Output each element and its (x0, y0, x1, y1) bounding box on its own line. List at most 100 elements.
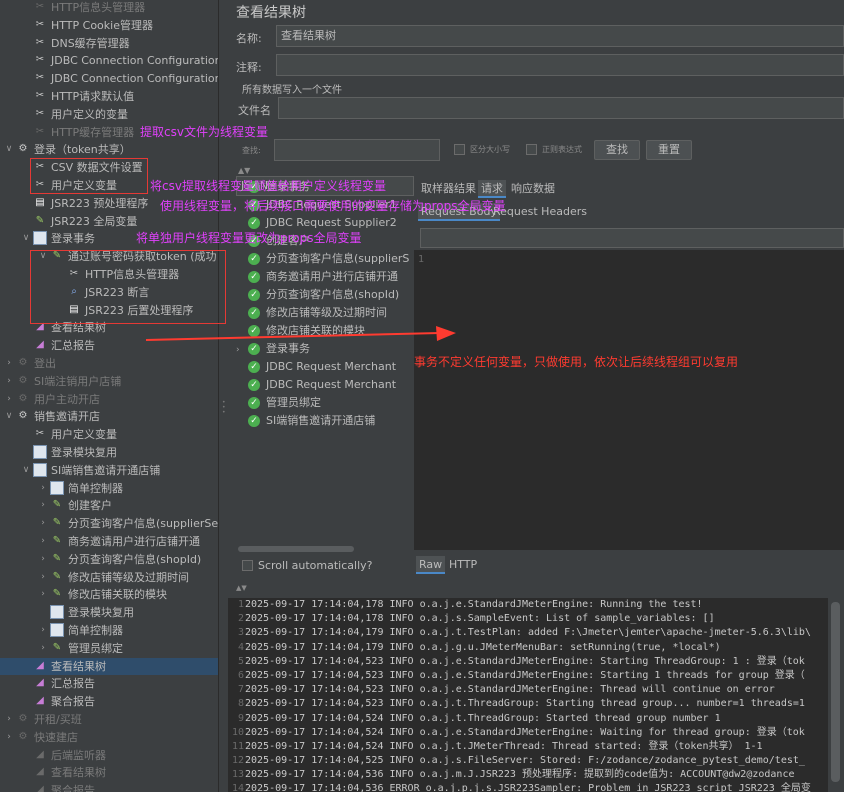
tab-request[interactable]: 请求 (478, 180, 506, 198)
expand-icon[interactable]: › (4, 711, 14, 728)
expand-icon[interactable]: › (38, 497, 48, 514)
result-item[interactable]: ✓ SI端销售邀请开通店铺 (236, 412, 416, 430)
log-splitter[interactable]: ▲▼ (228, 584, 844, 596)
tree-item[interactable]: 登录模块复用 (0, 604, 218, 621)
regex-checkbox[interactable] (526, 144, 537, 155)
tree-item[interactable]: › ✎ 创建客户 (0, 497, 218, 514)
tree-item-label: JSR223 预处理程序 (51, 196, 149, 210)
tab-http[interactable]: HTTP (446, 556, 480, 574)
log-scrollbar[interactable] (828, 598, 844, 792)
tab-sampler-result[interactable]: 取样器结果 (418, 180, 479, 198)
result-item[interactable]: ✓ JDBC Request Merchant (236, 376, 416, 394)
tree-item[interactable]: › 简单控制器 (0, 622, 218, 639)
tree-item[interactable]: 登录模块复用 (0, 444, 218, 461)
tree-item[interactable]: ✂ HTTP信息头管理器 (0, 0, 218, 16)
expand-icon[interactable]: › (236, 341, 248, 359)
result-item-label: JDBC Request Merchant (266, 360, 397, 373)
log-line: 112025-09-17 17:14:04,524 INFO o.a.j.t.J… (228, 740, 828, 754)
tab-response-data[interactable]: 响应数据 (508, 180, 558, 198)
result-item[interactable]: ✓ 分页查询客户信息(shopId) (236, 286, 416, 304)
tree-item[interactable]: › ✎ 分页查询客户信息(supplierSe (0, 515, 218, 532)
expand-icon[interactable]: › (4, 391, 14, 408)
tree-item-label: SI端销售邀请开通店铺 (51, 463, 161, 477)
result-item-label: 登录事务 (266, 342, 310, 355)
comment-field[interactable] (276, 54, 844, 76)
tree-item[interactable]: ◢ 查看结果树 (0, 657, 218, 675)
result-item[interactable]: › ✓ 登录事务 (236, 340, 416, 358)
search-button[interactable]: 查找 (594, 140, 640, 160)
tree-item[interactable]: ✎ JSR223 全局变量 (0, 213, 218, 230)
expand-icon[interactable]: › (38, 640, 48, 657)
tree-item[interactable]: ✂ HTTP请求默认值 (0, 88, 218, 105)
result-item[interactable]: ✓ 修改店铺等级及过期时间 (236, 304, 416, 322)
tree-item[interactable]: › ✎ 管理员绑定 (0, 640, 218, 657)
log-viewer[interactable]: 12025-09-17 17:14:04,178 INFO o.a.j.e.St… (228, 598, 828, 792)
scroll-auto-checkbox[interactable] (242, 560, 253, 571)
result-item[interactable]: ✓ 修改店铺关联的模块 (236, 322, 416, 340)
collapse-icon[interactable]: ∨ (4, 141, 14, 158)
expand-icon[interactable]: › (38, 551, 48, 568)
tree-item[interactable]: › 简单控制器 (0, 480, 218, 497)
tab-raw[interactable]: Raw (416, 556, 446, 574)
result-item-label: JDBC Request Supplier2 (266, 216, 397, 229)
tree-item[interactable]: ✂ 用户定义变量 (0, 426, 218, 443)
tree-item[interactable]: ◢ 聚合报告 (0, 693, 218, 710)
splitter-grip[interactable]: • • • (222, 400, 226, 416)
case-sensitive-checkbox[interactable] (454, 144, 465, 155)
tree-item[interactable]: › ⚙ SI端注销用户店铺 (0, 373, 218, 390)
log-line: 52025-09-17 17:14:04,523 INFO o.a.j.e.St… (228, 655, 828, 669)
filename-field[interactable] (278, 97, 844, 119)
result-item[interactable]: ✓ 商务邀请用户进行店铺开通 (236, 268, 416, 286)
collapse-icon[interactable]: ∨ (21, 230, 31, 247)
reset-button[interactable]: 重置 (646, 140, 692, 160)
name-field[interactable]: 查看结果树 (276, 25, 844, 47)
regex-label: 正则表达式 (542, 145, 582, 154)
request-body-editor[interactable]: 1 (414, 250, 844, 550)
tree-item[interactable]: ✂ JDBC Connection Configuration (0, 52, 218, 69)
tree-item[interactable]: ◢ 查看结果树 (0, 764, 218, 781)
tree-item[interactable]: › ✎ 修改店铺关联的模块 (0, 586, 218, 603)
tree-item[interactable]: ✂ HTTP Cookie管理器 (0, 17, 218, 34)
expand-icon[interactable]: › (38, 480, 48, 497)
expand-icon[interactable]: › (4, 355, 14, 372)
tree-item[interactable]: ◢ 汇总报告 (0, 337, 218, 354)
tree-item[interactable]: › ⚙ 用户主动开店 (0, 391, 218, 408)
panel-splitter[interactable]: • • • (218, 0, 228, 792)
tree-item[interactable]: › ✎ 分页查询客户信息(shopId) (0, 551, 218, 568)
tree-item[interactable]: ◢ 汇总报告 (0, 675, 218, 692)
expand-icon[interactable]: › (38, 515, 48, 532)
chart-icon: ◢ (36, 339, 44, 351)
expand-icon[interactable]: › (4, 373, 14, 390)
tree-item[interactable]: ∨ ⚙ 登录（token共享） (0, 141, 218, 158)
log-collapse-arrows-icon[interactable]: ▲▼ (236, 584, 247, 592)
split-arrows-icon[interactable]: ▲▼ (238, 166, 250, 175)
result-item[interactable]: ✓ 管理员绑定 (236, 394, 416, 412)
expand-icon[interactable]: › (4, 729, 14, 746)
expand-icon[interactable]: › (38, 533, 48, 550)
tree-item[interactable]: ✂ JDBC Connection Configuration (0, 70, 218, 87)
tree-item[interactable]: › ⚙ 登出 (0, 355, 218, 372)
tree-item[interactable]: ◢ 后端监听器 (0, 747, 218, 764)
tree-item[interactable]: ∨ ⚙ 销售邀请开店 (0, 408, 218, 425)
tree-item[interactable]: ✂ 用户定义的变量 (0, 106, 218, 123)
expand-icon[interactable]: › (38, 586, 48, 603)
tree-item[interactable]: › ✎ 商务邀请用户进行店铺开通 (0, 533, 218, 550)
result-item[interactable]: ✓ 分页查询客户信息(supplierS (236, 250, 416, 268)
log-scroll-thumb[interactable] (831, 602, 840, 782)
tree-item[interactable]: ◢ 聚合报告 (0, 782, 218, 792)
tree-item[interactable]: › ✎ 修改店铺等级及过期时间 (0, 569, 218, 586)
tree-item-label: 用户定义变量 (51, 428, 117, 442)
tree-item[interactable]: › ⚙ 快速建店 (0, 729, 218, 746)
tree-item[interactable]: ∨ SI端销售邀请开通店铺 (0, 462, 218, 479)
search-input[interactable] (274, 139, 440, 161)
success-icon: ✓ (248, 397, 260, 409)
result-item[interactable]: ✓ JDBC Request Merchant (236, 358, 416, 376)
tree-item[interactable]: ✂ DNS缓存管理器 (0, 35, 218, 52)
expand-icon[interactable]: › (38, 569, 48, 586)
collapse-icon[interactable]: ∨ (4, 408, 14, 425)
pencil-icon: ✎ (52, 570, 62, 582)
expand-icon[interactable]: › (38, 622, 48, 639)
collapse-icon[interactable]: ∨ (21, 462, 31, 479)
results-hscroll[interactable] (238, 546, 354, 552)
tree-item[interactable]: › ⚙ 开租/买班 (0, 711, 218, 728)
